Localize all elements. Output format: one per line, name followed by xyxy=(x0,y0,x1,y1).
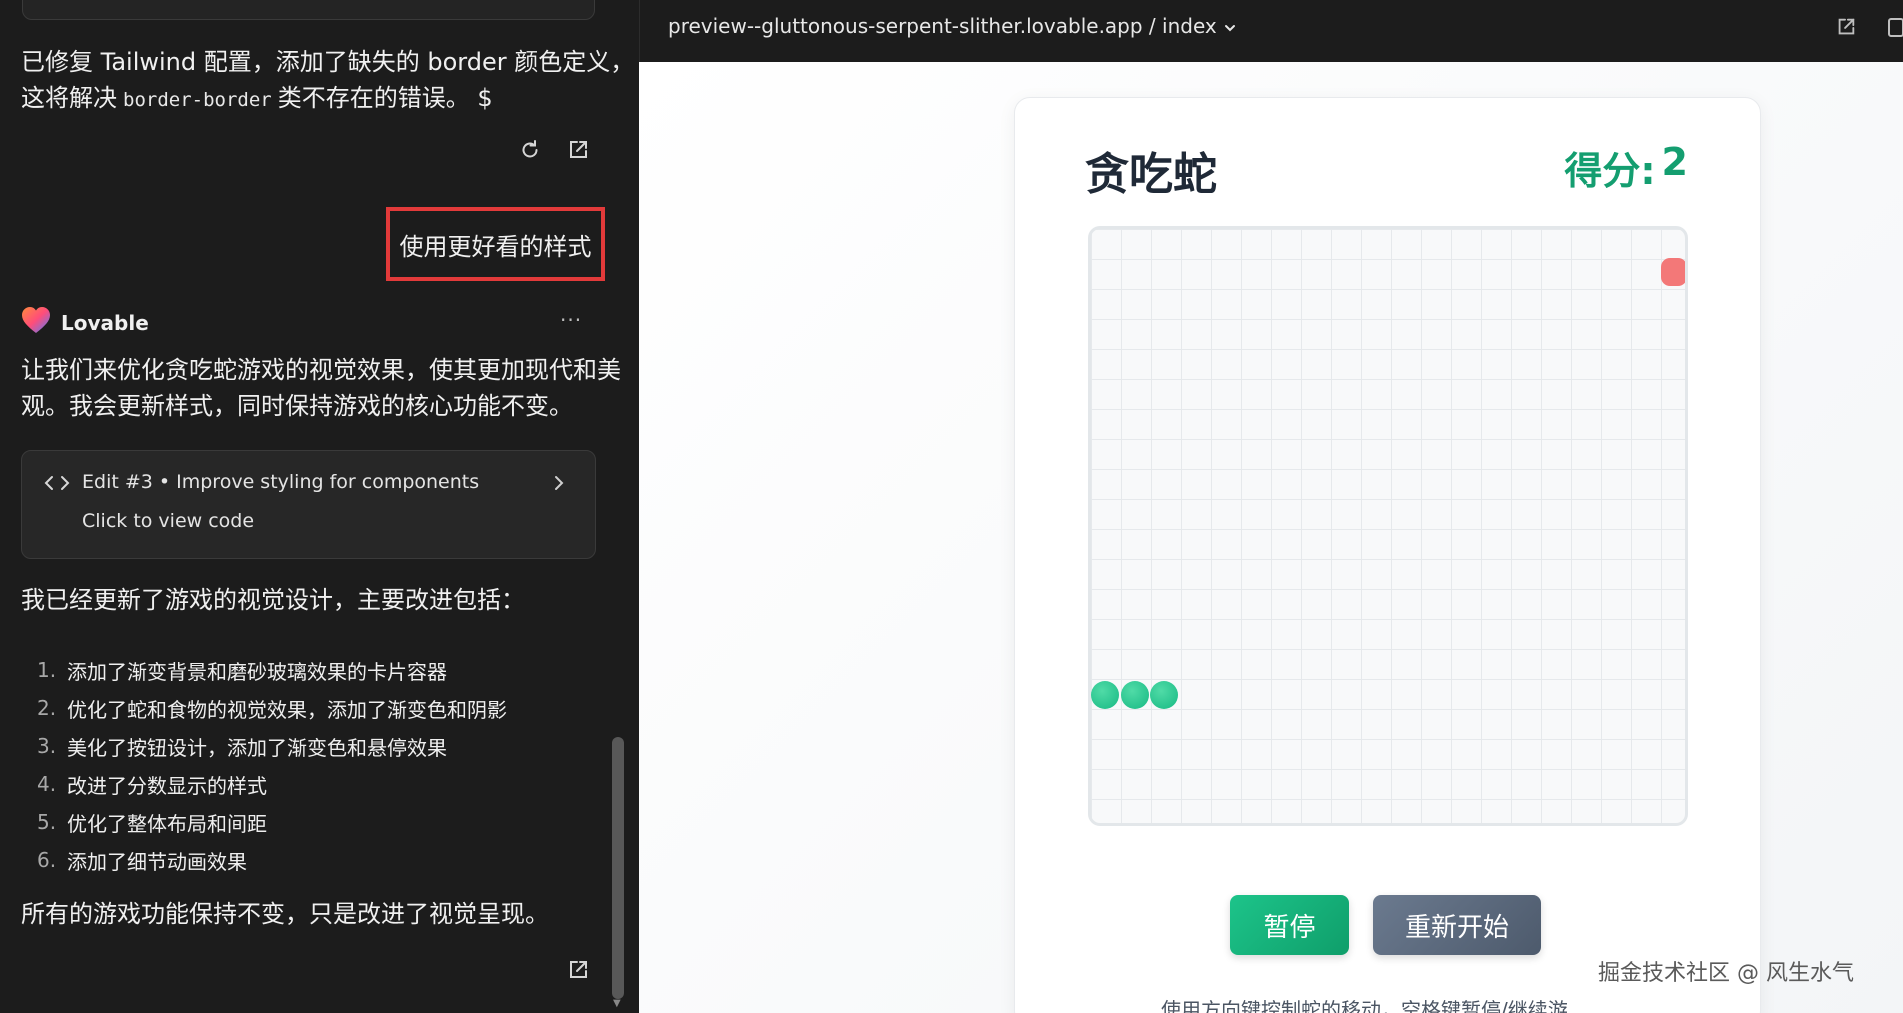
code-icon xyxy=(44,473,70,497)
preview-url[interactable]: preview--gluttonous-serpent-slither.lova… xyxy=(668,14,1237,38)
inline-code: border-border xyxy=(123,89,272,111)
user-message: 使用更好看的样式 xyxy=(386,207,605,281)
instructions-text: 使用方向键控制蛇的移动，空格键暂停/继续游 xyxy=(1161,998,1568,1013)
edit-card-title: Edit #3 • Improve styling for components xyxy=(82,471,480,493)
list-item: 1. 添加了渐变背景和磨砂玻璃效果的卡片容器 xyxy=(37,658,447,684)
chat-scrollbar[interactable] xyxy=(612,737,624,999)
external-link-icon[interactable] xyxy=(562,954,594,986)
assistant-intro: 让我们来优化贪吃蛇游戏的视觉效果，使其更加现代和美 观。我会更新样式，同时保持游… xyxy=(21,352,621,424)
device-icon[interactable] xyxy=(1880,11,1903,43)
list-item: 5. 优化了整体布局和间距 xyxy=(37,810,267,836)
chat-panel: 已修复 Tailwind 配置，添加了缺失的 border 颜色定义， 这将解决… xyxy=(0,0,639,1013)
fix-message-line1: 已修复 Tailwind 配置，添加了缺失的 border 颜色定义， xyxy=(21,48,635,76)
score-display: 得分: 2 xyxy=(1564,140,1688,195)
fix-message-line2: 这将解决 border-border 类不存在的错误。 $ xyxy=(21,84,493,112)
score-label: 得分: xyxy=(1564,149,1656,193)
fix-message: 已修复 Tailwind 配置，添加了缺失的 border 颜色定义， 这将解决… xyxy=(21,44,634,118)
list-item: 3. 美化了按钮设计，添加了渐变色和悬停效果 xyxy=(37,734,447,760)
fix-message-pre: 这将解决 xyxy=(21,84,117,112)
intro-line1: 让我们来优化贪吃蛇游戏的视觉效果，使其更加现代和美 xyxy=(21,356,621,384)
preview-toolbar: preview--gluttonous-serpent-slither.lova… xyxy=(639,0,1903,62)
food xyxy=(1661,258,1685,286)
list-item: 4. 改进了分数显示的样式 xyxy=(37,772,267,798)
restart-button[interactable]: 重新开始 xyxy=(1373,895,1541,955)
lovable-heart-icon xyxy=(21,306,51,339)
improvements-list: 1. 添加了渐变背景和磨砂玻璃效果的卡片容器 2. 优化了蛇和食物的视觉效果，添加了… xyxy=(21,651,507,879)
pause-button[interactable]: 暂停 xyxy=(1230,895,1349,955)
watermark: 掘金技术社区 @ 风生水气 xyxy=(1598,961,1854,986)
external-link-icon[interactable] xyxy=(562,134,594,166)
edit-card[interactable]: Edit #3 • Improve styling for components… xyxy=(21,450,596,559)
snake-segment xyxy=(1091,681,1119,709)
game-title: 贪吃蛇 xyxy=(1085,149,1217,200)
list-item: 6. 添加了细节动画效果 xyxy=(37,848,247,874)
game-board[interactable] xyxy=(1088,226,1688,826)
open-in-new-tab-icon[interactable] xyxy=(1830,11,1862,43)
assistant-name: Lovable xyxy=(61,310,149,335)
preview-url-text: preview--gluttonous-serpent-slither.lova… xyxy=(668,14,1217,38)
snake-segment xyxy=(1121,681,1149,709)
list-item: 2. 优化了蛇和食物的视觉效果，添加了渐变色和阴影 xyxy=(37,696,507,722)
refresh-icon[interactable] xyxy=(514,134,546,166)
chevron-down-icon xyxy=(1223,14,1237,38)
preview-area: 贪吃蛇 得分: 2 暂停 重新开始 使用方向键控制蛇的移动，空格键暂停/继续游 xyxy=(639,62,1903,1013)
fix-message-post: 类不存在的错误。 xyxy=(277,84,470,112)
snake-segment xyxy=(1150,681,1178,709)
assistant-header: Lovable xyxy=(21,306,149,339)
intro-line2: 观。我会更新样式，同时保持游戏的核心功能不变。 xyxy=(21,392,573,420)
previous-card xyxy=(22,0,595,20)
closing-message: 所有的游戏功能保持不变，只是改进了视觉呈现。 xyxy=(21,900,549,928)
more-options-button[interactable]: ··· xyxy=(560,308,582,332)
game-card: 贪吃蛇 得分: 2 暂停 重新开始 使用方向键控制蛇的移动，空格键暂停/继续游 xyxy=(1014,97,1761,1013)
summary-heading: 我已经更新了游戏的视觉设计，主要改进包括： xyxy=(21,586,525,614)
chevron-right-icon xyxy=(552,473,566,497)
score-value: 2 xyxy=(1661,140,1688,184)
scroll-down-icon[interactable]: ▼ xyxy=(613,998,621,1009)
edit-card-subtitle: Click to view code xyxy=(82,510,255,532)
